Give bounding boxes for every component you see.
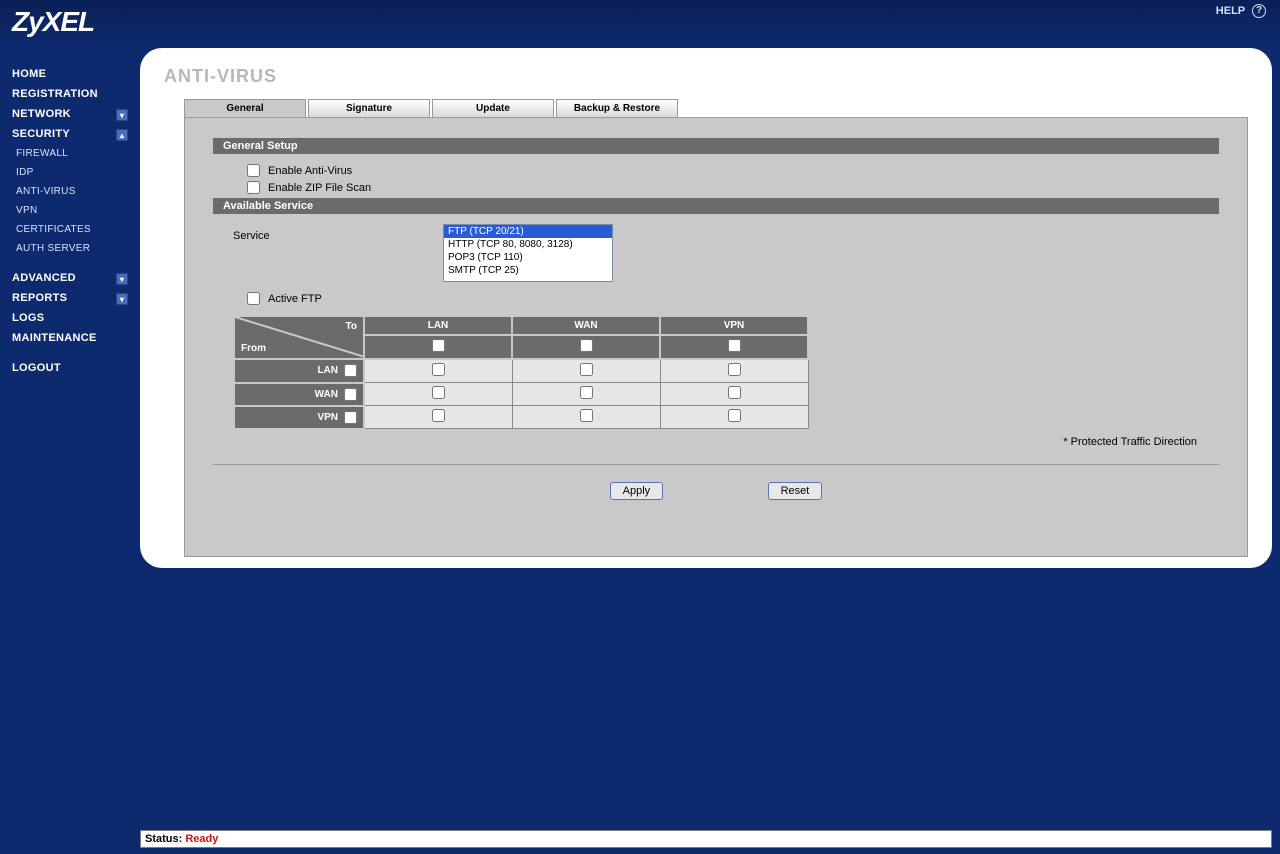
sidebar: HOME REGISTRATION NETWORK ▾ SECURITY ▴ FIR…: [0, 44, 140, 378]
checkbox-enable-zip-scan[interactable]: [247, 181, 260, 194]
tab-general[interactable]: General: [184, 99, 306, 117]
row-label-lan: LAN: [317, 365, 338, 376]
checkbox-lan-vpn[interactable]: [728, 363, 741, 376]
checkbox-wan-wan[interactable]: [580, 386, 593, 399]
checkbox-wan-lan[interactable]: [432, 386, 445, 399]
zone-table: To From LAN WAN VPN LAN: [233, 315, 809, 430]
tabs: General Signature Update Backup & Restor…: [184, 99, 1248, 117]
nav-logout[interactable]: LOGOUT: [0, 358, 140, 378]
help-label: HELP: [1216, 5, 1245, 17]
service-option-http[interactable]: HTTP (TCP 80, 8080, 3128): [444, 238, 612, 251]
checkbox-lan-lan[interactable]: [432, 363, 445, 376]
service-option-pop3[interactable]: POP3 (TCP 110): [444, 251, 612, 264]
checkbox-row-lan[interactable]: [344, 364, 357, 377]
nav-certificates[interactable]: CERTIFICATES: [0, 220, 140, 239]
chevron-down-icon: ▾: [116, 273, 128, 285]
nav-security[interactable]: SECURITY ▴: [0, 124, 140, 144]
label-enable-zip-scan: Enable ZIP File Scan: [268, 182, 371, 194]
status-value: Ready: [185, 833, 218, 845]
note-protected-direction: * Protected Traffic Direction: [213, 436, 1197, 448]
service-option-smtp[interactable]: SMTP (TCP 25): [444, 264, 612, 277]
nav-registration[interactable]: REGISTRATION: [0, 84, 140, 104]
tab-update[interactable]: Update: [432, 99, 554, 117]
tab-body: General Setup Enable Anti-Virus Enable Z…: [184, 117, 1248, 557]
help-icon: ?: [1252, 4, 1266, 18]
checkbox-vpn-wan[interactable]: [580, 409, 593, 422]
checkbox-col-lan[interactable]: [432, 339, 445, 352]
content-panel: ANTI-VIRUS General Signature Update Back…: [140, 48, 1272, 568]
label-from: From: [241, 343, 266, 354]
apply-button[interactable]: Apply: [610, 482, 664, 500]
nav-logs[interactable]: LOGS: [0, 308, 140, 328]
label-active-ftp: Active FTP: [268, 293, 322, 305]
nav-network[interactable]: NETWORK ▾: [0, 104, 140, 124]
page-title: ANTI-VIRUS: [164, 66, 1248, 87]
checkbox-row-wan[interactable]: [344, 388, 357, 401]
nav-security-label: SECURITY: [12, 128, 70, 140]
nav-network-label: NETWORK: [12, 108, 71, 120]
nav-advanced[interactable]: ADVANCED ▾: [0, 268, 140, 288]
nav-firewall[interactable]: FIREWALL: [0, 144, 140, 163]
topbar: ZyXEL HELP ?: [0, 0, 1280, 44]
nav-vpn[interactable]: VPN: [0, 201, 140, 220]
row-head-lan: LAN: [234, 359, 364, 383]
row-label-vpn: VPN: [317, 412, 338, 423]
nav-authserver[interactable]: AUTH SERVER: [0, 239, 140, 258]
nav-reports[interactable]: REPORTS ▾: [0, 288, 140, 308]
checkbox-col-wan[interactable]: [580, 339, 593, 352]
row-label-wan: WAN: [315, 389, 338, 400]
row-head-vpn: VPN: [234, 406, 364, 429]
status-label: Status:: [145, 833, 182, 845]
nav-home[interactable]: HOME: [0, 64, 140, 84]
tab-signature[interactable]: Signature: [308, 99, 430, 117]
chevron-down-icon: ▾: [116, 293, 128, 305]
nav-idp[interactable]: IDP: [0, 163, 140, 182]
chevron-down-icon: ▾: [116, 109, 128, 121]
section-available-service: Available Service: [213, 198, 1219, 214]
label-enable-antivirus: Enable Anti-Virus: [268, 165, 352, 177]
col-head-vpn: VPN: [660, 316, 808, 335]
checkbox-active-ftp[interactable]: [247, 292, 260, 305]
brand-logo: ZyXEL: [12, 6, 94, 38]
service-option-ftp[interactable]: FTP (TCP 20/21): [444, 225, 612, 238]
section-general-setup: General Setup: [213, 138, 1219, 154]
reset-button[interactable]: Reset: [768, 482, 823, 500]
nav-reports-label: REPORTS: [12, 292, 67, 304]
tab-backup-restore[interactable]: Backup & Restore: [556, 99, 678, 117]
label-service: Service: [233, 224, 443, 242]
nav-advanced-label: ADVANCED: [12, 272, 76, 284]
nav-antivirus[interactable]: ANTI-VIRUS: [0, 182, 140, 201]
nav-maintenance[interactable]: MAINTENANCE: [0, 328, 140, 348]
status-bar: Status: Ready: [140, 830, 1272, 848]
checkbox-vpn-vpn[interactable]: [728, 409, 741, 422]
service-list[interactable]: FTP (TCP 20/21) HTTP (TCP 80, 8080, 3128…: [443, 224, 613, 282]
checkbox-col-vpn[interactable]: [728, 339, 741, 352]
checkbox-row-vpn[interactable]: [344, 411, 357, 424]
col-head-lan: LAN: [364, 316, 512, 335]
label-to: To: [346, 321, 357, 332]
help-link[interactable]: HELP ?: [1216, 4, 1266, 18]
checkbox-wan-vpn[interactable]: [728, 386, 741, 399]
col-head-wan: WAN: [512, 316, 660, 335]
checkbox-vpn-lan[interactable]: [432, 409, 445, 422]
chevron-up-icon: ▴: [116, 129, 128, 141]
checkbox-lan-wan[interactable]: [580, 363, 593, 376]
divider: [213, 464, 1219, 465]
zone-corner: To From: [234, 316, 364, 359]
checkbox-enable-antivirus[interactable]: [247, 164, 260, 177]
row-head-wan: WAN: [234, 383, 364, 406]
